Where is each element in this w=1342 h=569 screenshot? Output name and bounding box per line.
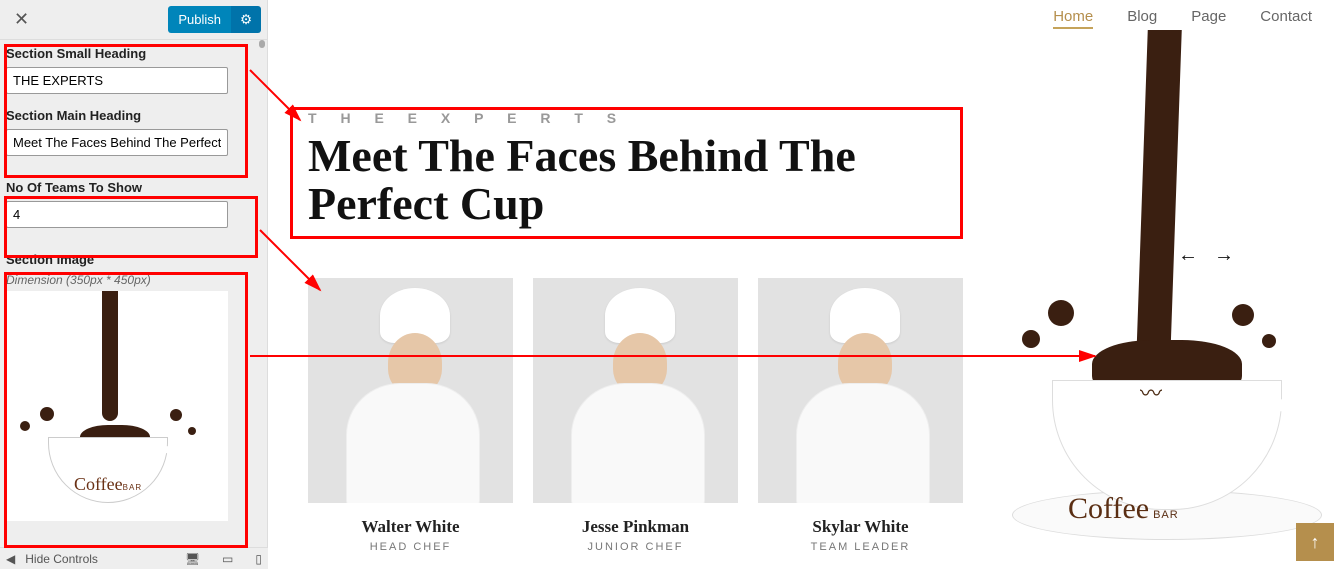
team-photo <box>533 278 738 503</box>
nav-blog[interactable]: Blog <box>1127 8 1157 29</box>
nav-page[interactable]: Page <box>1191 8 1226 29</box>
publish-button[interactable]: Publish <box>168 6 231 33</box>
hide-controls-link[interactable]: Hide Controls <box>25 552 98 566</box>
nav-home[interactable]: Home <box>1053 8 1093 29</box>
publish-label: Publish <box>178 12 221 27</box>
team-cards: Walter White HEAD CHEF Jesse Pinkman JUN… <box>308 278 963 553</box>
team-role: HEAD CHEF <box>308 541 513 553</box>
coffee-logo: CoffeeBAR <box>1068 492 1179 526</box>
team-name: Walter White <box>308 517 513 537</box>
main-nav: Home Blog Page Contact <box>1053 8 1312 29</box>
gear-icon: ⚙ <box>240 12 252 28</box>
site-preview: Home Blog Page Contact T H E E X P E R T… <box>268 0 1342 569</box>
team-card: Walter White HEAD CHEF <box>308 278 513 553</box>
annotation-box <box>4 272 248 548</box>
scroll-to-top-button[interactable]: ↑ <box>1296 523 1334 561</box>
team-card: Jesse Pinkman JUNIOR CHEF <box>533 278 738 553</box>
collapse-icon[interactable]: ◀ <box>6 552 15 566</box>
team-role: JUNIOR CHEF <box>533 541 738 553</box>
section-image: 〰 CoffeeBAR <box>1012 30 1312 550</box>
annotation-box <box>290 107 963 239</box>
team-role: TEAM LEADER <box>758 541 963 553</box>
team-photo <box>308 278 513 503</box>
sidebar-footer: ◀ Hide Controls 🖥 ▭ ▯ <box>0 547 268 569</box>
sidebar-header: ✕ Publish ⚙ <box>0 0 267 40</box>
team-name: Jesse Pinkman <box>533 517 738 537</box>
close-icon[interactable]: ✕ <box>6 5 37 34</box>
team-photo <box>758 278 963 503</box>
nav-contact[interactable]: Contact <box>1260 8 1312 29</box>
annotation-box <box>4 44 248 178</box>
tablet-preview-icon[interactable]: ▭ <box>222 552 233 566</box>
arrow-up-icon: ↑ <box>1311 532 1320 553</box>
desktop-preview-icon[interactable]: 🖥 <box>185 552 200 566</box>
publish-group: Publish ⚙ <box>168 6 261 33</box>
mobile-preview-icon[interactable]: ▯ <box>255 552 262 566</box>
publish-settings-button[interactable]: ⚙ <box>231 6 261 33</box>
annotation-box <box>4 196 258 258</box>
team-name: Skylar White <box>758 517 963 537</box>
team-card: Skylar White TEAM LEADER <box>758 278 963 553</box>
scrollbar-indicator[interactable] <box>259 40 265 48</box>
teams-label: No Of Teams To Show <box>6 180 251 195</box>
